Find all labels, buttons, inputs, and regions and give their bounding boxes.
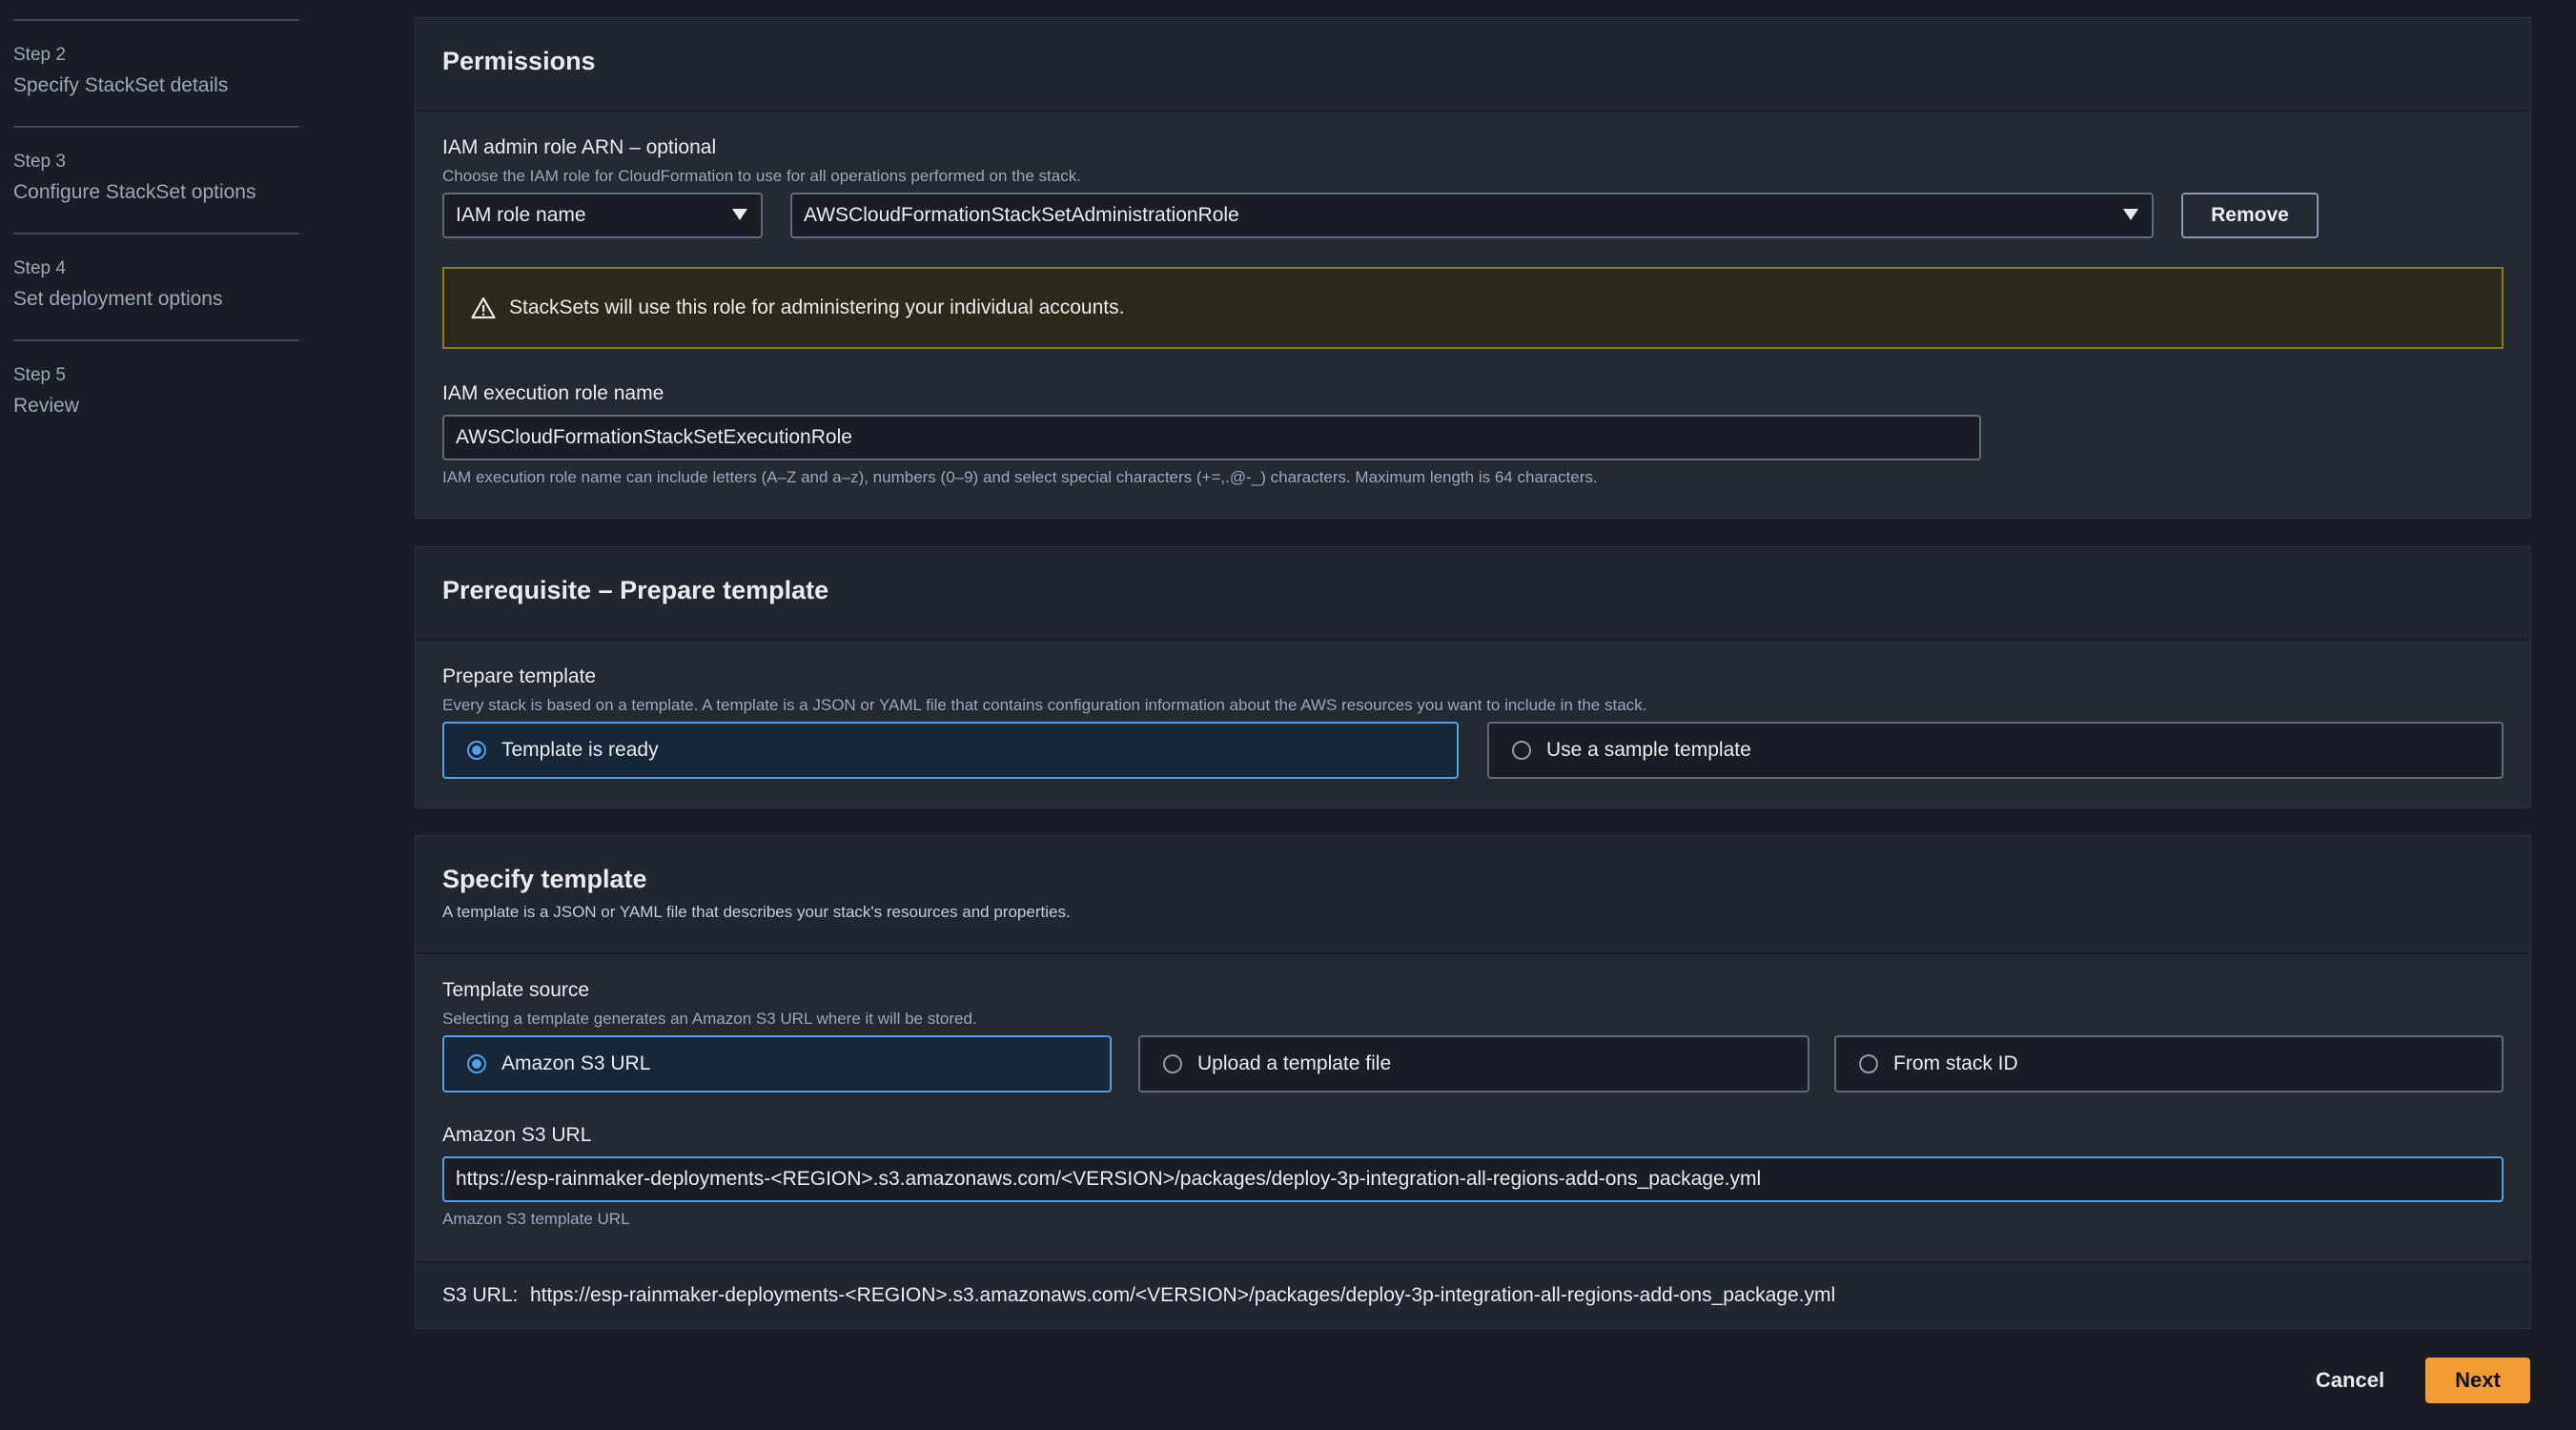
- panel-header: Permissions: [416, 18, 2530, 112]
- exec-role-label: IAM execution role name: [442, 382, 664, 404]
- radio-selected-icon[interactable]: [467, 741, 486, 760]
- admin-role-label: IAM admin role ARN – optional: [442, 136, 717, 158]
- divider: [13, 19, 299, 21]
- s3-url-input[interactable]: https://esp-rainmaker-deployments-<REGIO…: [442, 1156, 2504, 1202]
- caret-down-icon: [732, 209, 747, 220]
- panel-title: Specify template: [442, 865, 647, 893]
- panel-header: Prerequisite – Prepare template: [416, 547, 2530, 641]
- source-upload-file[interactable]: Upload a template file: [1138, 1035, 1809, 1093]
- radio-selected-icon[interactable]: [467, 1054, 486, 1073]
- divider: [13, 126, 299, 128]
- select-value: AWSCloudFormationStackSetAdministrationR…: [804, 204, 1239, 226]
- step-number: Step 4: [13, 258, 66, 278]
- step-title[interactable]: Set deployment options: [13, 286, 299, 313]
- caret-down-icon: [2123, 209, 2138, 220]
- panel-title: Prerequisite – Prepare template: [442, 576, 829, 604]
- source-stack-id[interactable]: From stack ID: [1834, 1035, 2504, 1093]
- specify-template-panel: Specify template A template is a JSON or…: [415, 835, 2531, 1329]
- option-label: Use a sample template: [1546, 739, 1751, 761]
- s3-url-summary: S3 URL: https://esp-rainmaker-deployment…: [416, 1261, 2530, 1328]
- exec-role-input[interactable]: AWSCloudFormationStackSetExecutionRole: [442, 415, 1981, 460]
- step-title[interactable]: Configure StackSet options: [13, 179, 299, 206]
- step-4[interactable]: Step 4 Set deployment options: [13, 257, 299, 313]
- step-number: Step 5: [13, 365, 66, 385]
- prepare-template-description: Every stack is based on a template. A te…: [442, 696, 1647, 714]
- prepare-template-label: Prepare template: [442, 665, 597, 687]
- s3-url-summary-label: S3 URL:: [442, 1284, 519, 1306]
- warning-alert: StackSets will use this role for adminis…: [442, 267, 2504, 349]
- s3-url-label: Amazon S3 URL: [442, 1124, 592, 1146]
- admin-role-description: Choose the IAM role for CloudFormation t…: [442, 167, 1081, 185]
- source-s3-url[interactable]: Amazon S3 URL: [442, 1035, 1112, 1093]
- exec-role-hint: IAM execution role name can include lett…: [442, 468, 1598, 486]
- warning-icon: [471, 296, 496, 319]
- step-3[interactable]: Step 3 Configure StackSet options: [13, 151, 299, 206]
- step-2[interactable]: Step 2 Specify StackSet details: [13, 44, 299, 99]
- step-title[interactable]: Specify StackSet details: [13, 72, 299, 99]
- option-label: Amazon S3 URL: [501, 1052, 651, 1074]
- radio-unselected-icon[interactable]: [1859, 1054, 1878, 1073]
- radio-unselected-icon[interactable]: [1163, 1054, 1182, 1073]
- option-label: Upload a template file: [1197, 1052, 1392, 1074]
- divider: [13, 233, 299, 235]
- role-name-select[interactable]: AWSCloudFormationStackSetAdministrationR…: [790, 193, 2154, 238]
- template-source-label: Template source: [442, 979, 590, 1001]
- panel-header: Specify template A template is a JSON or…: [416, 836, 2530, 954]
- option-label: Template is ready: [501, 739, 659, 761]
- permissions-panel: Permissions IAM admin role ARN – optiona…: [415, 17, 2531, 519]
- option-sample-template[interactable]: Use a sample template: [1487, 722, 2504, 779]
- select-value: IAM role name: [456, 204, 586, 226]
- panel-title: Permissions: [442, 47, 596, 75]
- s3-url-hint: Amazon S3 template URL: [442, 1210, 630, 1228]
- panel-subtitle: A template is a JSON or YAML file that d…: [442, 903, 1071, 921]
- radio-unselected-icon[interactable]: [1512, 741, 1531, 760]
- alert-text: StackSets will use this role for adminis…: [509, 296, 1125, 318]
- cancel-button[interactable]: Cancel: [2298, 1358, 2402, 1402]
- step-number: Step 2: [13, 45, 66, 65]
- s3-url-summary-value: https://esp-rainmaker-deployments-<REGIO…: [530, 1284, 1836, 1306]
- next-button[interactable]: Next: [2425, 1358, 2530, 1403]
- step-number: Step 3: [13, 152, 66, 172]
- step-title[interactable]: Review: [13, 393, 299, 419]
- remove-button[interactable]: Remove: [2181, 193, 2319, 238]
- option-label: From stack ID: [1893, 1052, 2018, 1074]
- role-type-select[interactable]: IAM role name: [442, 193, 763, 238]
- divider: [13, 339, 299, 341]
- step-5[interactable]: Step 5 Review: [13, 364, 299, 419]
- template-source-description: Selecting a template generates an Amazon…: [442, 1010, 977, 1028]
- wizard-steps-sidebar: Step 2 Specify StackSet details Step 3 C…: [0, 0, 315, 1430]
- option-template-ready[interactable]: Template is ready: [442, 722, 1459, 779]
- prepare-template-panel: Prerequisite – Prepare template Prepare …: [415, 546, 2531, 808]
